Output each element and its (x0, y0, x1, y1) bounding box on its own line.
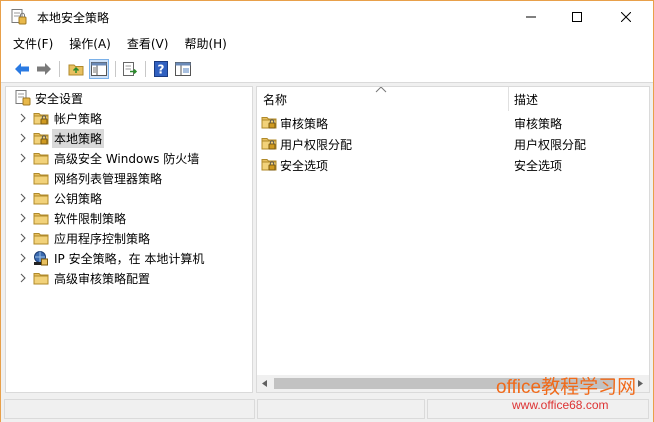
list-item-name: 安全选项 (280, 159, 329, 173)
status-segment (4, 399, 255, 419)
folder-lock-icon (261, 138, 277, 150)
close-button[interactable] (603, 1, 649, 32)
toolbar-separator (145, 61, 146, 77)
folder-icon (33, 233, 49, 245)
properties-icon (175, 62, 191, 76)
toolbar-separator (59, 61, 60, 77)
column-header-name-label: 名称 (263, 92, 288, 107)
tree-item[interactable]: 帐户策略 (6, 108, 252, 128)
tree-item[interactable]: 高级安全 Windows 防火墙 (6, 148, 252, 168)
maximize-button[interactable] (554, 1, 600, 32)
tree-item-label: 本地策略 (52, 129, 105, 148)
tree-item-label: 高级审核策略配置 (54, 272, 151, 286)
svg-text:?: ? (158, 63, 165, 77)
tree-item[interactable]: 高级审核策略配置 (6, 268, 252, 288)
menu-bar: 文件(F) 操作(A) 查看(V) 帮助(H) (1, 32, 653, 55)
folder-lock-icon (33, 133, 49, 145)
tree-item-label: 公钥策略 (54, 192, 103, 206)
folder-lock-icon (261, 117, 277, 129)
forward-button[interactable] (35, 60, 53, 78)
list-pane[interactable]: 名称 描述 审核策略 审核策略 用户权限分配 用户权限分配 安全选项 安全选项 (256, 86, 650, 393)
folder-icon (33, 173, 49, 185)
menu-view[interactable]: 查看(V) (127, 35, 169, 52)
column-header-name[interactable]: 名称 (257, 87, 508, 111)
tree-item-label: 网络列表管理器策略 (54, 172, 163, 186)
menu-help[interactable]: 帮助(H) (184, 35, 226, 52)
watermark-url: www.office68.com (512, 398, 609, 412)
app-window: 本地安全策略 文件(F) 操作(A) 查看(V) 帮助(H) ? 安全设置 帐户… (0, 0, 654, 422)
chevron-right-icon[interactable] (18, 273, 28, 283)
column-header-description[interactable]: 描述 (508, 87, 649, 111)
export-icon (123, 62, 138, 76)
show-tree-icon (91, 62, 107, 76)
folder-icon (33, 193, 49, 205)
scroll-right-icon[interactable] (635, 379, 645, 388)
chevron-right-icon[interactable] (18, 233, 28, 243)
maximize-icon (572, 11, 582, 22)
chevron-right-icon[interactable] (18, 153, 28, 163)
menu-file[interactable]: 文件(F) (13, 35, 53, 52)
minimize-icon (526, 16, 536, 17)
tree-item[interactable]: 本地策略 (6, 128, 252, 148)
folder-icon (33, 273, 49, 285)
tree-item[interactable]: IP 安全策略，在 本地计算机 (6, 248, 252, 268)
tree-root-label: 安全设置 (35, 92, 84, 106)
back-icon (15, 63, 29, 75)
tree-item[interactable]: 应用程序控制策略 (6, 228, 252, 248)
column-header-description-label: 描述 (514, 92, 539, 107)
list-item-name: 用户权限分配 (280, 138, 353, 152)
list-item-description: 审核策略 (514, 117, 563, 131)
title-bar[interactable]: 本地安全策略 (1, 1, 653, 32)
list-item-description: 用户权限分配 (514, 138, 587, 152)
tree-item[interactable]: 软件限制策略 (6, 208, 252, 228)
list-item[interactable]: 安全选项 安全选项 (257, 154, 649, 174)
menu-action[interactable]: 操作(A) (69, 35, 111, 52)
toolbar-separator (115, 61, 116, 77)
chevron-right-icon[interactable] (18, 193, 28, 203)
tree-item-label: 帐户策略 (54, 112, 103, 126)
properties-button[interactable] (174, 60, 192, 78)
back-button[interactable] (13, 60, 31, 78)
tree-root[interactable]: 安全设置 (6, 88, 252, 108)
list-item-name: 审核策略 (280, 117, 329, 131)
list-item[interactable]: 审核策略 审核策略 (257, 112, 649, 132)
folder-icon (33, 153, 49, 165)
forward-icon (37, 63, 51, 75)
toolbar: ? (1, 55, 653, 83)
tree-item[interactable]: 网络列表管理器策略 (6, 168, 252, 188)
security-settings-icon (15, 90, 31, 106)
up-folder-icon (68, 64, 84, 76)
list-item-description: 安全选项 (514, 159, 563, 173)
tree-item-label: 应用程序控制策略 (54, 232, 151, 246)
export-list-button[interactable] (121, 60, 139, 78)
folder-icon (33, 213, 49, 225)
chevron-right-icon[interactable] (18, 133, 28, 143)
list-item[interactable]: 用户权限分配 用户权限分配 (257, 133, 649, 153)
chevron-right-icon[interactable] (18, 213, 28, 223)
close-icon (621, 11, 631, 22)
up-folder-button[interactable] (67, 60, 85, 78)
chevron-right-icon[interactable] (18, 113, 28, 123)
security-policy-icon (11, 9, 27, 25)
help-button[interactable]: ? (152, 60, 170, 78)
watermark-text: office教程学习网 (496, 377, 637, 398)
tree-item-label: IP 安全策略，在 本地计算机 (54, 252, 205, 266)
ip-security-icon (34, 251, 48, 266)
scroll-left-icon[interactable] (260, 379, 270, 388)
window-title: 本地安全策略 (37, 11, 110, 25)
status-segment (257, 399, 425, 419)
tree-item-label: 软件限制策略 (54, 212, 127, 226)
help-icon: ? (154, 61, 168, 77)
tree-item[interactable]: 公钥策略 (6, 188, 252, 208)
tree-pane[interactable]: 安全设置 帐户策略本地策略高级安全 Windows 防火墙 网络列表管理器策略 公钥… (5, 86, 253, 393)
chevron-right-icon[interactable] (18, 253, 28, 263)
minimize-button[interactable] (508, 1, 554, 32)
folder-lock-icon (33, 113, 49, 125)
show-tree-button[interactable] (89, 59, 109, 79)
tree-item-label: 高级安全 Windows 防火墙 (54, 152, 200, 166)
folder-lock-icon (261, 159, 277, 171)
